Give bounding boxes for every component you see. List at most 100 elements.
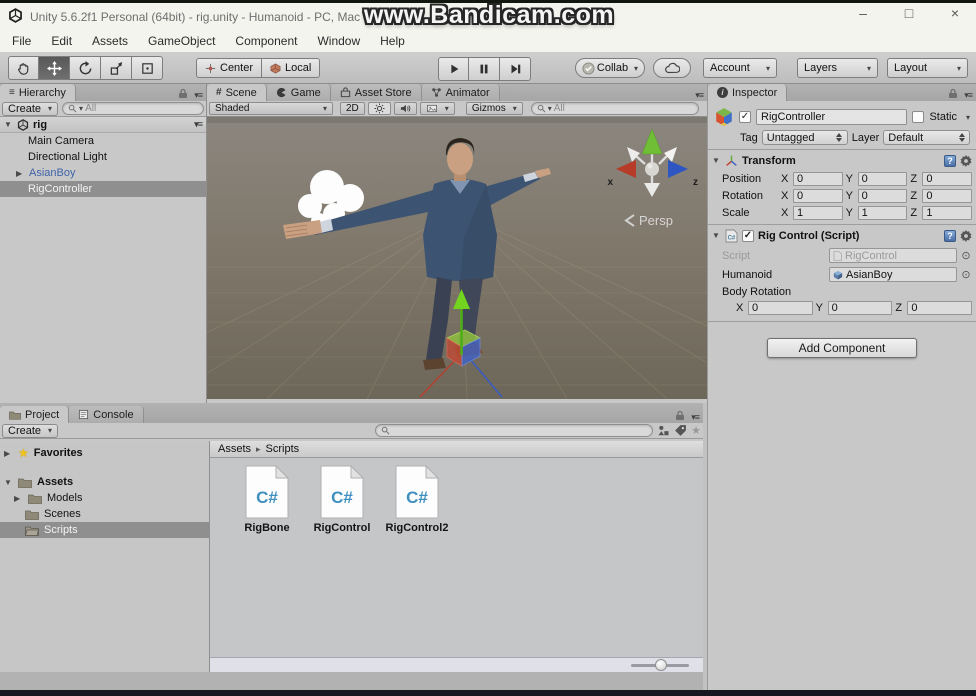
- foldout-closed-icon[interactable]: ▶: [14, 494, 23, 503]
- foldout-open-icon[interactable]: ▼: [712, 231, 721, 240]
- tab-project[interactable]: Project: [0, 406, 69, 423]
- collab-dropdown[interactable]: Collab ▾: [575, 58, 645, 78]
- project-tree-models[interactable]: ▶ Models: [0, 490, 209, 506]
- tab-inspector[interactable]: i Inspector: [708, 84, 787, 101]
- tab-game[interactable]: Game: [267, 84, 331, 101]
- body-rotation-x-field[interactable]: 0: [748, 301, 813, 315]
- cloud-button[interactable]: [653, 58, 691, 78]
- gear-icon[interactable]: [960, 155, 972, 167]
- layer-dropdown[interactable]: Default: [883, 130, 970, 145]
- hierarchy-search-input[interactable]: ▾ All: [62, 102, 204, 115]
- enabled-checkbox[interactable]: ✓: [742, 230, 754, 242]
- panel-menu-icon[interactable]: ▾≡: [190, 90, 206, 101]
- step-button[interactable]: [500, 57, 531, 81]
- panel-menu-icon[interactable]: ▾≡: [691, 90, 707, 101]
- breadcrumb-root[interactable]: Assets: [218, 443, 251, 455]
- layout-dropdown[interactable]: Layout ▾: [887, 58, 968, 78]
- scale-z-field[interactable]: 1: [922, 206, 972, 220]
- tab-animator[interactable]: Animator: [422, 84, 500, 101]
- object-picker-icon[interactable]: ⊙: [960, 249, 972, 262]
- scale-x-field[interactable]: 1: [793, 206, 843, 220]
- slider-knob[interactable]: [655, 659, 667, 671]
- pivot-center-button[interactable]: Center: [196, 58, 262, 78]
- static-dropdown-icon[interactable]: ▾: [966, 113, 970, 122]
- body-rotation-z-field[interactable]: 0: [907, 301, 972, 315]
- active-checkbox[interactable]: ✓: [739, 111, 751, 123]
- file-rigcontrol2[interactable]: C# RigControl2: [382, 465, 452, 534]
- humanoid-field[interactable]: AsianBoy: [829, 267, 957, 282]
- foldout-closed-icon[interactable]: ▶: [16, 169, 25, 178]
- body-rotation-y-field[interactable]: 0: [828, 301, 893, 315]
- position-x-field[interactable]: 0: [793, 172, 843, 186]
- hand-tool-button[interactable]: [8, 56, 39, 80]
- search-by-label-icon[interactable]: [674, 424, 687, 437]
- search-favorites-icon[interactable]: ★: [691, 424, 701, 437]
- play-button[interactable]: [438, 57, 469, 81]
- hierarchy-item-directional-light[interactable]: Directional Light: [0, 149, 206, 165]
- panel-menu-icon[interactable]: ▾≡: [687, 412, 703, 423]
- lock-icon[interactable]: [178, 88, 190, 101]
- project-tree-assets[interactable]: ▼ Assets: [0, 474, 209, 490]
- thumbnail-size-slider[interactable]: [631, 664, 689, 667]
- 2d-toggle[interactable]: 2D: [340, 102, 365, 115]
- y-axis-arrow[interactable]: [460, 307, 463, 355]
- scale-y-field[interactable]: 1: [858, 206, 908, 220]
- static-checkbox[interactable]: [912, 111, 924, 123]
- tab-asset-store[interactable]: Asset Store: [331, 84, 422, 101]
- layers-dropdown[interactable]: Layers ▾: [797, 58, 878, 78]
- project-create-button[interactable]: Create ▾: [2, 424, 58, 438]
- menu-edit[interactable]: Edit: [41, 34, 82, 48]
- menu-file[interactable]: File: [2, 34, 41, 48]
- gear-icon[interactable]: [960, 230, 972, 242]
- lock-icon[interactable]: [948, 88, 960, 101]
- project-tree-favorites[interactable]: ▶ ★ Favorites: [0, 445, 209, 461]
- position-y-field[interactable]: 0: [858, 172, 908, 186]
- project-tree-scenes[interactable]: Scenes: [0, 506, 209, 522]
- rotation-local-button[interactable]: Local: [262, 58, 320, 78]
- rotation-z-field[interactable]: 0: [922, 189, 972, 203]
- foldout-open-icon[interactable]: ▼: [4, 120, 13, 129]
- menu-assets[interactable]: Assets: [82, 34, 138, 48]
- hierarchy-item-asianboy[interactable]: ▶ AsianBoy: [0, 165, 206, 181]
- hierarchy-item-main-camera[interactable]: Main Camera: [0, 133, 206, 149]
- scene-viewport[interactable]: x z Persp: [207, 117, 707, 399]
- file-rigbone[interactable]: C# RigBone: [232, 465, 302, 534]
- transform-component-header[interactable]: ▼ Transform ?: [712, 152, 972, 169]
- tag-dropdown[interactable]: Untagged: [762, 130, 848, 145]
- rotation-x-field[interactable]: 0: [793, 189, 843, 203]
- minimize-button[interactable]: –: [852, 5, 874, 21]
- rotate-tool-button[interactable]: [70, 56, 101, 80]
- move-tool-button[interactable]: [39, 56, 70, 80]
- search-filter-icon[interactable]: ▾: [548, 104, 552, 113]
- rect-tool-button[interactable]: [132, 56, 163, 80]
- hierarchy-item-rigcontroller[interactable]: RigController: [0, 181, 206, 197]
- close-button[interactable]: ×: [944, 5, 966, 21]
- search-filter-icon[interactable]: ▾: [79, 104, 83, 113]
- help-icon[interactable]: ?: [944, 155, 956, 167]
- add-component-button[interactable]: Add Component: [767, 338, 917, 358]
- lock-icon[interactable]: [675, 410, 687, 423]
- foldout-open-icon[interactable]: ▼: [4, 478, 13, 487]
- file-rigcontrol[interactable]: C# RigControl: [307, 465, 377, 534]
- project-search-input[interactable]: [375, 424, 653, 437]
- foldout-open-icon[interactable]: ▼: [712, 156, 721, 165]
- account-dropdown[interactable]: Account ▾: [703, 58, 777, 78]
- tab-hierarchy[interactable]: ≡ Hierarchy: [0, 84, 76, 101]
- audio-toggle[interactable]: [394, 102, 417, 115]
- menu-component[interactable]: Component: [225, 34, 307, 48]
- tab-scene[interactable]: # Scene: [207, 84, 267, 101]
- search-by-type-icon[interactable]: [657, 424, 670, 437]
- gizmos-dropdown[interactable]: Gizmos ▾: [466, 102, 523, 115]
- name-input[interactable]: RigController: [756, 109, 907, 125]
- effects-dropdown[interactable]: ▾: [420, 102, 455, 115]
- breadcrumb-current[interactable]: Scripts: [266, 443, 300, 455]
- foldout-closed-icon[interactable]: ▶: [4, 449, 13, 458]
- rotation-y-field[interactable]: 0: [858, 189, 908, 203]
- rig-control-component-header[interactable]: ▼ C# ✓ Rig Control (Script) ?: [712, 227, 972, 244]
- menu-window[interactable]: Window: [307, 34, 370, 48]
- position-z-field[interactable]: 0: [922, 172, 972, 186]
- panel-menu-icon[interactable]: ▾≡: [960, 90, 976, 101]
- scale-tool-button[interactable]: [101, 56, 132, 80]
- project-tree-scripts[interactable]: Scripts: [0, 522, 209, 538]
- menu-help[interactable]: Help: [370, 34, 415, 48]
